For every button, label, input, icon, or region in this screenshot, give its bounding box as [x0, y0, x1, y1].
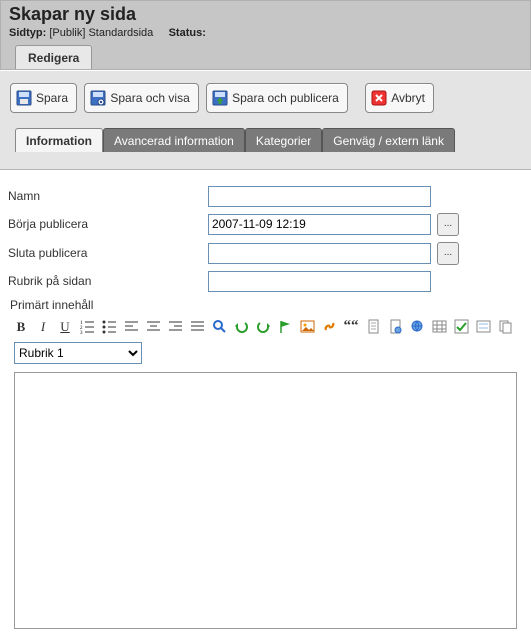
save-button[interactable]: Spara [10, 83, 77, 113]
align-center-icon[interactable] [144, 318, 162, 336]
row-pub-end: Sluta publicera ... [8, 242, 523, 265]
cancel-button[interactable]: Avbryt [365, 83, 434, 113]
save-label: Spara [36, 91, 68, 105]
pub-start-picker[interactable]: ... [437, 213, 459, 236]
redo-icon[interactable] [254, 318, 272, 336]
status-label: Status: [169, 27, 206, 39]
tabs-row: InformationAvancerad informationKategori… [10, 127, 521, 151]
page-title: Skapar ny sida [9, 5, 522, 25]
pub-end-input[interactable] [208, 243, 431, 264]
form-area: Namn Börja publicera ... Sluta publicera… [0, 170, 531, 643]
page-title-label: Rubrik på sidan [8, 274, 208, 288]
align-left-icon[interactable] [122, 318, 140, 336]
toolbar-area: Spara Spara och visa Spara och publicera… [0, 70, 531, 170]
unordered-list-icon[interactable] [100, 318, 118, 336]
pub-end-picker[interactable]: ... [437, 242, 459, 265]
tab-information[interactable]: Information [15, 128, 103, 152]
row-pub-start: Börja publicera ... [8, 213, 523, 236]
page-title-input[interactable] [208, 271, 431, 292]
quote-icon[interactable]: ““ [342, 318, 360, 336]
image-icon[interactable] [298, 318, 316, 336]
tab-categories[interactable]: Kategorier [245, 128, 322, 152]
sidtyp-label: Sidtyp: [9, 27, 46, 39]
doc-icon[interactable] [364, 318, 382, 336]
name-label: Namn [8, 189, 208, 203]
copy-icon[interactable] [496, 318, 514, 336]
editor-toolbar: B I U 123 ““ [8, 316, 523, 338]
primary-content-label: Primärt innehåll [10, 298, 523, 312]
style-select[interactable]: Rubrik 1 [14, 342, 142, 364]
meta-row: Sidtyp: [Publik] Standardsida Status: [9, 27, 522, 39]
flag-icon[interactable] [276, 318, 294, 336]
tab-shortcut[interactable]: Genväg / extern länk [322, 128, 455, 152]
bold-icon[interactable]: B [12, 318, 30, 336]
pub-start-label: Börja publicera [8, 217, 208, 231]
sidtyp-value: [Publik] Standardsida [49, 27, 153, 39]
save-show-label: Spara och visa [110, 91, 189, 105]
disk-upload-icon [212, 90, 228, 106]
editor-textarea[interactable] [14, 372, 517, 629]
doc-gear-icon[interactable] [386, 318, 404, 336]
tab-redigera[interactable]: Redigera [15, 45, 92, 69]
row-name: Namn [8, 186, 523, 207]
underline-icon[interactable]: U [56, 318, 74, 336]
name-input[interactable] [208, 186, 431, 207]
cancel-label: Avbryt [391, 91, 425, 105]
italic-icon[interactable]: I [34, 318, 52, 336]
globe-link-icon[interactable] [408, 318, 426, 336]
pub-start-input[interactable] [208, 214, 431, 235]
disk-eye-icon [90, 90, 106, 106]
form-icon[interactable] [474, 318, 492, 336]
pub-end-label: Sluta publicera [8, 246, 208, 260]
table-icon[interactable] [430, 318, 448, 336]
align-justify-icon[interactable] [188, 318, 206, 336]
ordered-list-icon[interactable]: 123 [78, 318, 96, 336]
cancel-icon [371, 90, 387, 106]
header: Skapar ny sida Sidtyp: [Publik] Standard… [0, 0, 531, 70]
find-icon[interactable] [210, 318, 228, 336]
save-show-button[interactable]: Spara och visa [84, 83, 198, 113]
align-right-icon[interactable] [166, 318, 184, 336]
disk-icon [16, 90, 32, 106]
ellipsis-icon: ... [444, 246, 452, 260]
check-icon[interactable] [452, 318, 470, 336]
tab-advanced[interactable]: Avancerad information [103, 128, 245, 152]
link-icon[interactable] [320, 318, 338, 336]
ellipsis-icon: ... [444, 217, 452, 231]
save-publish-label: Spara och publicera [232, 91, 339, 105]
save-publish-button[interactable]: Spara och publicera [206, 83, 348, 113]
undo-icon[interactable] [232, 318, 250, 336]
row-page-title: Rubrik på sidan [8, 271, 523, 292]
svg-text:3: 3 [80, 331, 83, 334]
